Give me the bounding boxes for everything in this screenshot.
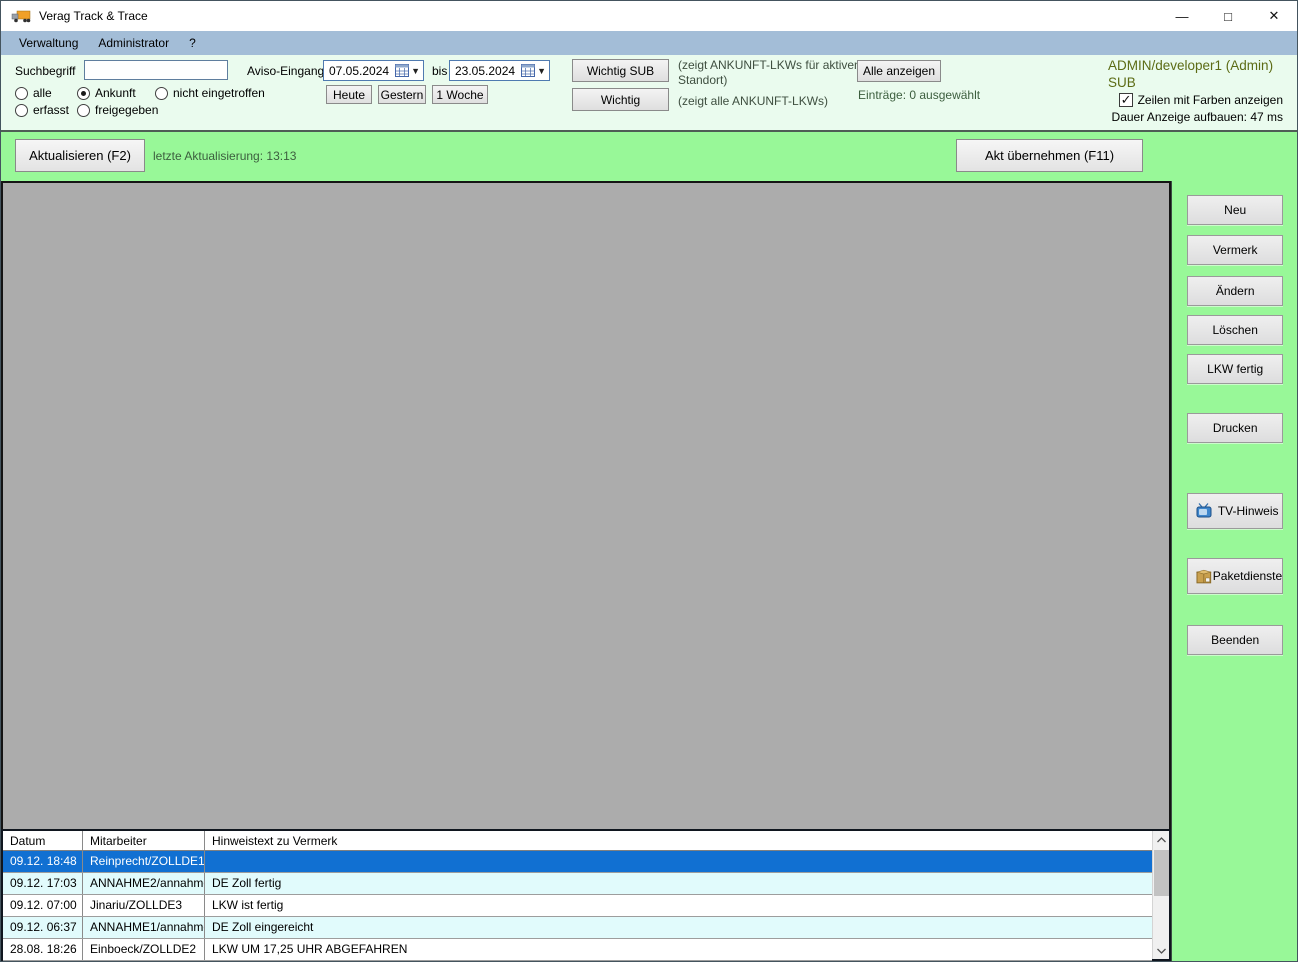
tv-icon: [1196, 503, 1212, 518]
checkbox-checked-icon: [1118, 92, 1133, 108]
package-icon: [1196, 569, 1212, 583]
one-week-button[interactable]: 1 Woche: [432, 85, 488, 104]
scrollbar-thumb[interactable]: [1154, 850, 1170, 896]
lkw-fertig-button[interactable]: LKW fertig: [1187, 354, 1284, 384]
loeschen-button[interactable]: Löschen: [1187, 315, 1284, 345]
action-sidebar: Neu Vermerk Ändern Löschen LKW fertig Dr…: [1171, 181, 1297, 961]
column-header-mitarbeiter[interactable]: Mitarbeiter: [83, 831, 205, 850]
close-button[interactable]: ✕: [1251, 1, 1297, 31]
filter-panel: Suchbegriff alle Ankunft nicht eingetrof…: [1, 55, 1297, 130]
radio-circle: [77, 103, 90, 117]
rows-color-checkbox-label: Zeilen mit Farben anzeigen: [1137, 93, 1283, 107]
wichtig-sub-button[interactable]: Wichtig SUB: [572, 59, 669, 82]
show-all-button[interactable]: Alle anzeigen: [857, 60, 941, 82]
render-duration-text: Dauer Anzeige aufbauen: 47 ms: [1111, 110, 1283, 124]
table-header-row: Datum Mitarbeiter Hinweistext zu Vermerk: [3, 831, 1153, 851]
refresh-button[interactable]: Aktualisieren (F2): [15, 139, 145, 172]
minimize-button[interactable]: —: [1159, 1, 1205, 31]
wichtig-sub-hint: (zeigt ANKUNFT-LKWs für aktiven Standort…: [678, 58, 861, 87]
radio-circle: [15, 86, 28, 100]
date-to-value: 23.05.2024: [455, 63, 516, 78]
chevron-down-icon: ▼: [411, 65, 420, 76]
aendern-button[interactable]: Ändern: [1187, 276, 1284, 306]
radio-alle[interactable]: alle: [15, 86, 52, 100]
search-label: Suchbegriff: [15, 64, 76, 78]
table-row[interactable]: 28.08. 18:26 Einboeck/ZOLLDE2 LKW UM 17,…: [3, 939, 1153, 961]
today-button[interactable]: Heute: [326, 85, 372, 104]
drucken-button[interactable]: Drucken: [1187, 413, 1284, 443]
menu-administrator[interactable]: Administrator: [88, 33, 179, 53]
table-row[interactable]: 09.12. 06:37 ANNAHME1/annahme1 DE Zoll e…: [3, 917, 1153, 939]
scroll-up-icon[interactable]: [1153, 831, 1170, 848]
menu-bar: Verwaltung Administrator ?: [1, 31, 1297, 55]
content-area: Datum Mitarbeiter Hinweistext zu Vermerk…: [1, 181, 1297, 961]
maximize-button[interactable]: □: [1205, 1, 1251, 31]
radio-freigegeben[interactable]: freigegeben: [77, 103, 158, 117]
chevron-down-icon: ▼: [537, 65, 546, 76]
search-input[interactable]: [84, 60, 228, 80]
date-to-picker[interactable]: 23.05.2024 ▼: [449, 60, 550, 81]
table-scrollbar[interactable]: [1152, 831, 1170, 959]
paketdienste-button[interactable]: Paketdienste: [1187, 558, 1284, 594]
user-line2: SUB: [1108, 75, 1136, 90]
yesterday-button[interactable]: Gestern: [378, 85, 426, 104]
truck-icon: [11, 10, 31, 23]
action-toolbar: Aktualisieren (F2) letzte Aktualisierung…: [1, 130, 1297, 181]
user-line1: ADMIN/developer1 (Admin): [1108, 58, 1274, 73]
take-over-button[interactable]: Akt übernehmen (F11): [956, 139, 1143, 172]
menu-help[interactable]: ?: [179, 33, 206, 53]
rows-color-checkbox[interactable]: Zeilen mit Farben anzeigen: [1118, 92, 1283, 108]
title-bar: Verag Track & Trace — □ ✕: [1, 1, 1297, 31]
bis-label: bis: [432, 64, 448, 78]
table-row[interactable]: 09.12. 17:03 ANNAHME2/annahme2 DE Zoll f…: [3, 873, 1153, 895]
main-grid-empty-area[interactable]: [1, 181, 1172, 829]
aviso-label: Aviso-Eingang: [247, 64, 325, 78]
table-row[interactable]: 09.12. 07:00 Jinariu/ZOLLDE3 LKW ist fer…: [3, 895, 1153, 917]
last-refresh-text: letzte Aktualisierung: 13:13: [153, 149, 297, 163]
calendar-icon: [521, 64, 536, 77]
date-from-value: 07.05.2024: [329, 63, 390, 78]
radio-circle: [15, 103, 28, 117]
calendar-icon: [395, 64, 410, 77]
column-header-datum[interactable]: Datum: [3, 831, 83, 850]
column-header-hinweistext[interactable]: Hinweistext zu Vermerk: [205, 831, 1152, 850]
vermerk-button[interactable]: Vermerk: [1187, 235, 1284, 265]
table-row[interactable]: 09.12. 18:48 Reinprecht/ZOLLDE1: [3, 851, 1153, 873]
wichtig-button[interactable]: Wichtig: [572, 88, 669, 111]
user-info: ADMIN/developer1 (Admin) SUB: [1108, 57, 1286, 91]
entries-count: Einträge: 0 ausgewählt: [858, 88, 981, 102]
radio-circle: [155, 86, 168, 100]
scroll-down-icon[interactable]: [1153, 942, 1170, 959]
radio-ankunft[interactable]: Ankunft: [77, 86, 136, 100]
menu-verwaltung[interactable]: Verwaltung: [9, 33, 88, 53]
tv-hinweis-button[interactable]: TV-Hinweis: [1187, 493, 1284, 529]
vermerk-table: Datum Mitarbeiter Hinweistext zu Vermerk…: [1, 829, 1172, 961]
neu-button[interactable]: Neu: [1187, 195, 1284, 225]
beenden-button[interactable]: Beenden: [1187, 625, 1284, 655]
radio-nicht-eingetroffen[interactable]: nicht eingetroffen: [155, 86, 265, 100]
radio-erfasst[interactable]: erfasst: [15, 103, 69, 117]
app-window: Verag Track & Trace — □ ✕ Verwaltung Adm…: [0, 0, 1298, 962]
date-from-picker[interactable]: 07.05.2024 ▼: [323, 60, 424, 81]
window-title: Verag Track & Trace: [39, 9, 148, 23]
radio-circle: [77, 86, 90, 100]
